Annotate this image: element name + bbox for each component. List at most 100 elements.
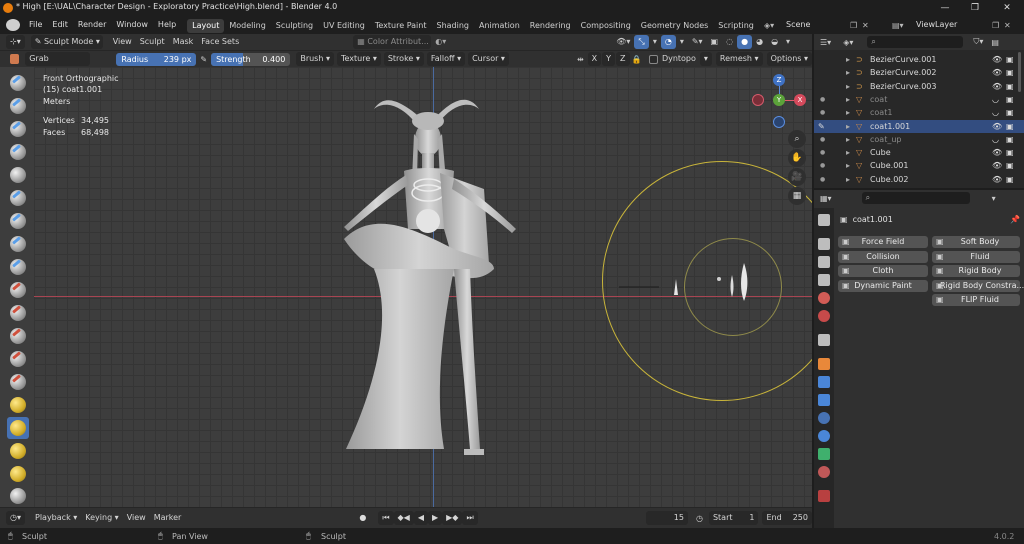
outliner-row[interactable]: ▸ ⊃ BezierCurve.001 👁 ▣: [814, 53, 1024, 66]
menu-edit[interactable]: Edit: [47, 16, 73, 34]
minimize-button[interactable]: —: [930, 0, 960, 16]
properties-editor-type-icon[interactable]: ▦▾: [820, 194, 832, 203]
tool-draw-sharp[interactable]: [7, 96, 29, 116]
gizmo-neg-z-axis[interactable]: [773, 116, 785, 128]
gizmo-z-axis[interactable]: Z: [773, 74, 785, 86]
render-camera-icon[interactable]: ▣: [1006, 80, 1014, 93]
remesh-menu[interactable]: Remesh ▾: [715, 52, 763, 66]
tool-snake-hook[interactable]: [7, 464, 29, 484]
mode-dot-icon[interactable]: ●: [820, 146, 825, 159]
mode-dot-icon[interactable]: ●: [820, 173, 825, 186]
remove-viewlayer-icon[interactable]: ✕: [1004, 21, 1016, 30]
world-tab-icon[interactable]: [818, 310, 830, 322]
outliner-search-input[interactable]: ⌕: [867, 36, 964, 48]
outliner-scrollbar[interactable]: [1018, 52, 1021, 92]
visibility-eye-icon[interactable]: ◡: [992, 106, 999, 119]
gizmo-toggle-icon[interactable]: ⤡: [634, 35, 649, 49]
copy-viewlayer-icon[interactable]: ❐: [992, 21, 1004, 30]
view-object-types-icon[interactable]: 👁▾: [612, 35, 634, 49]
tab-rendering[interactable]: Rendering: [525, 19, 576, 33]
brush-menu[interactable]: Brush ▾: [296, 52, 334, 66]
physics-dynamic-paint-button[interactable]: ▣ Dynamic Paint: [838, 279, 928, 292]
jump-keyframe-back-button[interactable]: ◆◀: [393, 511, 414, 525]
visibility-eye-icon[interactable]: 👁: [992, 120, 1002, 133]
mode-dot-icon[interactable]: ●: [820, 93, 825, 106]
jump-end-button[interactable]: ⏭: [462, 511, 478, 525]
strength-field[interactable]: Strength 0.400: [211, 52, 291, 66]
expand-arrow-icon[interactable]: ▸: [846, 146, 850, 159]
visibility-eye-icon[interactable]: ◡: [992, 93, 999, 106]
render-camera-icon[interactable]: ▣: [1006, 133, 1014, 146]
dyntopo-dropdown[interactable]: ▾: [699, 52, 712, 66]
falloff-menu[interactable]: Falloff ▾: [426, 52, 466, 66]
physics-force-field-button[interactable]: ▣ Force Field: [838, 236, 928, 248]
outliner-row[interactable]: ▸ ⊃ BezierCurve.003 👁 ▣: [814, 80, 1024, 93]
tab-layout[interactable]: Layout: [187, 19, 225, 33]
outliner-row[interactable]: ▸ ▽ Cube 👁 ▣ ●: [814, 146, 1024, 159]
particles-tab-icon[interactable]: [818, 394, 830, 406]
tool-grab[interactable]: [7, 417, 29, 439]
menu-render[interactable]: Render: [73, 16, 111, 34]
render-camera-icon[interactable]: ▣: [1006, 106, 1014, 119]
modifiers-tab-icon[interactable]: [818, 376, 830, 388]
camera-view-icon[interactable]: 🎥: [788, 168, 806, 186]
maximize-button[interactable]: ❐: [960, 0, 990, 16]
physics-rigid-body-button[interactable]: ▣ Rigid Body: [932, 265, 1020, 277]
visibility-eye-icon[interactable]: 👁: [992, 53, 1002, 66]
menu-file[interactable]: File: [24, 16, 47, 34]
tool-blob[interactable]: [7, 234, 29, 254]
menu-view[interactable]: View: [109, 35, 136, 49]
viewlayer-name-field[interactable]: ViewLayer: [912, 18, 992, 32]
shading-material-icon[interactable]: ◕: [752, 35, 767, 49]
play-reverse-button[interactable]: ◀: [413, 511, 428, 525]
expand-arrow-icon[interactable]: ▸: [846, 93, 850, 106]
gizmo-dropdown-icon[interactable]: ▾: [649, 35, 661, 49]
constraints-tab-icon[interactable]: [818, 430, 830, 442]
tab-uv-editing[interactable]: UV Editing: [318, 19, 370, 33]
outliner-row[interactable]: ▸ ⊃ BezierCurve.002 👁 ▣: [814, 66, 1024, 79]
scene-selector[interactable]: ◈▾ Scene ❐ ✕: [764, 18, 886, 32]
expand-arrow-icon[interactable]: ▸: [846, 53, 850, 66]
timeline-editor-type[interactable]: ◷▾: [6, 511, 25, 525]
expand-arrow-icon[interactable]: ▸: [846, 120, 850, 133]
visibility-eye-icon[interactable]: 👁: [992, 173, 1002, 186]
viewlayer-selector[interactable]: ▤▾ ViewLayer ❐ ✕: [892, 18, 1022, 32]
properties-search-input[interactable]: ⌕: [861, 192, 970, 204]
marker-menu[interactable]: Marker: [150, 511, 186, 525]
pin-icon[interactable]: 📌: [1010, 215, 1020, 224]
color-attribute-dropdown[interactable]: ▦ Color Attribut...: [353, 35, 432, 49]
outliner-row[interactable]: ▸ ▽ Cube.001 👁 ▣ ●: [814, 159, 1024, 172]
render-camera-icon[interactable]: ▣: [1006, 159, 1014, 172]
timeline-view-menu[interactable]: View: [123, 511, 150, 525]
mode-dropdown[interactable]: ✎ Sculpt Mode ▾: [30, 35, 103, 49]
tab-scripting[interactable]: Scripting: [713, 19, 759, 33]
blender-menu-icon[interactable]: [6, 19, 20, 31]
expand-arrow-icon[interactable]: ▸: [846, 80, 850, 93]
tool-scrape[interactable]: [7, 349, 29, 369]
outliner-row[interactable]: ▸ ▽ coat ◡ ▣ ●: [814, 93, 1024, 106]
physics-flip-fluid-button[interactable]: ▣ FLIP Fluid: [932, 294, 1020, 306]
expand-arrow-icon[interactable]: ▸: [846, 133, 850, 146]
tool-pinch[interactable]: [7, 395, 29, 415]
close-button[interactable]: ✕: [992, 0, 1022, 16]
expand-arrow-icon[interactable]: ▸: [846, 159, 850, 172]
shading-wireframe-icon[interactable]: ◌: [722, 35, 737, 49]
shading-solid-icon[interactable]: ●: [737, 35, 753, 49]
physics-rigid-body-constraint-button[interactable]: ▣ Rigid Body Constra...: [932, 279, 1024, 292]
physics-cloth-button[interactable]: ▣ Cloth: [838, 265, 928, 277]
symmetry-z-button[interactable]: Z: [616, 52, 630, 66]
expand-arrow-icon[interactable]: ▸: [846, 106, 850, 119]
render-tab-icon[interactable]: [818, 238, 830, 250]
record-button[interactable]: ●: [355, 511, 370, 525]
character-sculpt[interactable]: [304, 89, 544, 469]
render-camera-icon[interactable]: ▣: [1006, 66, 1014, 79]
preview-range-icon[interactable]: ◷: [696, 514, 703, 523]
editor-type-dropdown[interactable]: ⊹▾: [6, 35, 25, 49]
tool-flatten[interactable]: [7, 303, 29, 323]
overlays-toggle-icon[interactable]: ◔: [660, 35, 676, 49]
shading-rendered-icon[interactable]: ◒: [767, 35, 782, 49]
remove-scene-icon[interactable]: ✕: [862, 21, 874, 30]
outliner-filter-icon[interactable]: ⛉▾: [973, 37, 983, 47]
render-camera-icon[interactable]: ▣: [1006, 173, 1014, 186]
visibility-eye-icon[interactable]: 👁: [992, 66, 1002, 79]
